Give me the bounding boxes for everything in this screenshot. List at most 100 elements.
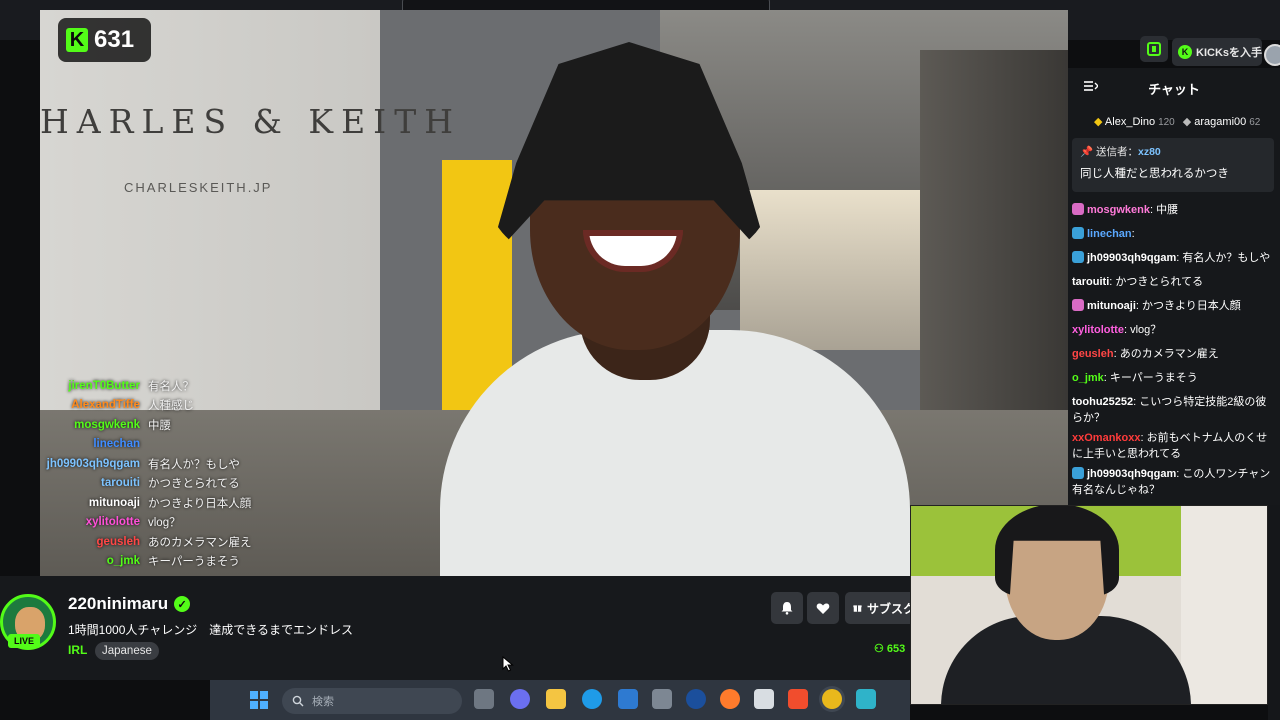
chat-message: mitunoaji: かつきより日本人顔 xyxy=(1072,296,1274,320)
overlay-chat-user: tarouiti xyxy=(101,477,140,490)
overlay-chat-row: tarouiti かつきとられてる xyxy=(44,474,344,494)
edge-browser-icon[interactable] xyxy=(582,689,602,709)
video-arcade xyxy=(740,190,920,350)
chat-username[interactable]: geusleh xyxy=(1072,348,1114,360)
overlay-chat-row: o_jmk キーパーうまそう xyxy=(44,552,344,572)
leader-name: Alex_Dino xyxy=(1104,115,1156,128)
taskbar-search-placeholder: 検索 xyxy=(312,696,334,708)
stream-info: LIVE 220ninimaru ✓ 1時間1000人チャレンジ 達成できるまで… xyxy=(0,576,915,680)
pinned-message[interactable]: 📌 送信者：xz80 同じ人種だと思われるかつき xyxy=(1072,138,1274,192)
chat-message: xxOmankoxx: お前もベトナム人のくせに上手いと思われてる xyxy=(1072,428,1274,464)
viewer-count-badge: K 631 xyxy=(58,18,151,62)
subscribe-label: サブスク xyxy=(866,601,915,616)
pinned-user[interactable]: xz80 xyxy=(1138,146,1161,158)
subscriber-badge-icon xyxy=(1072,251,1084,263)
heart-icon xyxy=(816,603,830,614)
task-view-icon[interactable] xyxy=(474,689,494,709)
viewer-number: 653 xyxy=(886,643,906,655)
people-icon: ⚇ xyxy=(874,643,887,655)
chat-text: かつきとられてる xyxy=(1115,276,1204,288)
kick-logo-icon: K xyxy=(66,28,88,52)
overlay-chat-user: jh09903qh9qgam xyxy=(46,457,140,470)
chat-username[interactable]: jh09903qh9qgam xyxy=(1087,468,1176,480)
user-avatar[interactable] xyxy=(1264,44,1280,66)
chat-message: tarouiti: かつきとられてる xyxy=(1072,272,1274,296)
chat-username[interactable]: toohu25252 xyxy=(1072,396,1133,408)
store-icon[interactable] xyxy=(618,689,638,709)
subscriber-badge-icon xyxy=(1072,227,1084,239)
overlay-chat-user: AlexandTiffe xyxy=(71,399,140,412)
subscriber-badge-icon xyxy=(1072,467,1084,479)
chat-message: jh09903qh9qgam: 有名人か？もしや xyxy=(1072,248,1274,272)
overlay-chat-message: 有名人？ xyxy=(148,380,194,393)
chat-messages: mosgwkenk: 中腰 linechan: jh09903qh9qgam: 有… xyxy=(1068,192,1280,500)
chat-separator: : xyxy=(1131,228,1135,240)
overlay-chat-user: mosgwkenk xyxy=(74,418,140,431)
chat-username[interactable]: tarouiti xyxy=(1072,276,1109,288)
get-kicks-button[interactable]: K KICKsを入手 xyxy=(1172,38,1262,66)
overlay-chat-message: 有名人か？もしや xyxy=(148,458,240,471)
follow-button[interactable] xyxy=(807,592,839,624)
chat-text: キーパーうまそう xyxy=(1109,372,1198,384)
overlay-chat-row: linechan xyxy=(44,435,344,455)
webcam-overlay xyxy=(910,505,1268,705)
leader-1[interactable]: ◆ Alex_Dino 120 xyxy=(1094,115,1175,128)
chat-text: 有名人か？もしや xyxy=(1182,252,1271,264)
dashboard-button[interactable] xyxy=(1140,36,1168,62)
chat-text: vlog？ xyxy=(1130,324,1162,336)
search-icon xyxy=(292,695,304,707)
overlay-chat: jirenT0Butter 有名人？ AlexandTiffe 人種感じ mosgwke… xyxy=(44,376,344,571)
live-badge: LIVE xyxy=(8,634,40,648)
notification-button[interactable] xyxy=(771,592,803,624)
chat-username[interactable]: o_jmk xyxy=(1072,372,1104,384)
firefox-icon[interactable] xyxy=(720,689,740,709)
chat-username[interactable]: linechan xyxy=(1087,228,1132,240)
store-sign-sub: CHARLESKEITH.JP xyxy=(124,180,273,195)
overlay-chat-user: jirenT0Butter xyxy=(68,379,140,392)
stream-title: 1時間1000人チャレンジ 達成できるまでエンドレス xyxy=(68,623,354,637)
screen: 検索 HARLES & KEITH CHARLESKEITH.JP K 631 … xyxy=(0,0,1280,720)
chat-leaderboard: ◆ Alex_Dino 120 ◆ aragami00 62 xyxy=(1068,108,1280,134)
windows-start-icon[interactable] xyxy=(250,691,268,709)
brave-icon[interactable] xyxy=(788,689,808,709)
overlay-chat-user: mitunoaji xyxy=(88,496,140,509)
app-icon[interactable] xyxy=(856,689,876,709)
chat-message: o_jmk: キーパーうまそう xyxy=(1072,368,1274,392)
bell-icon xyxy=(781,602,793,615)
chat-username[interactable]: xylitolotte xyxy=(1072,324,1124,336)
photos-icon[interactable] xyxy=(652,689,672,709)
collapse-chat-icon[interactable] xyxy=(1084,80,1098,92)
leader-points: 120 xyxy=(1158,116,1175,128)
chat-text: かつきより日本人顔 xyxy=(1142,300,1241,312)
chat-message: toohu25252: こいつら特定技能2級の彼らか？ xyxy=(1072,392,1274,428)
windows-taskbar: 検索 xyxy=(210,680,910,720)
chat-message: xylitolotte: vlog？ xyxy=(1072,320,1274,344)
chat-username[interactable]: xxOmankoxx xyxy=(1072,432,1140,444)
chat-username[interactable]: mosgwkenk xyxy=(1087,204,1150,216)
language-tag[interactable]: Japanese xyxy=(95,642,159,660)
overlay-chat-row: AlexandTiffe 人種感じ xyxy=(44,396,344,416)
pin-icon: 📌 xyxy=(1080,146,1096,158)
chat-username[interactable]: jh09903qh9qgam xyxy=(1087,252,1176,264)
category-link[interactable]: IRL xyxy=(68,643,87,657)
chrome-icon[interactable] xyxy=(822,689,842,709)
chat-app-icon[interactable] xyxy=(510,689,530,709)
chat-message: geusleh: あのカメラマン雇え xyxy=(1072,344,1274,368)
get-kicks-label: KICKsを入手 xyxy=(1196,47,1263,59)
subscriber-badge-icon xyxy=(1072,299,1084,311)
notepad-icon[interactable] xyxy=(754,689,774,709)
mouse-cursor-icon xyxy=(502,656,514,672)
subscribe-button[interactable]: サブスク xyxy=(845,592,915,624)
chat-username[interactable]: mitunoaji xyxy=(1087,300,1136,312)
video-storefront xyxy=(40,10,380,430)
taskbar-search[interactable]: 検索 xyxy=(282,688,462,714)
dell-icon[interactable] xyxy=(686,689,706,709)
channel-name[interactable]: 220ninimaru xyxy=(68,594,168,614)
overlay-chat-message: キーパーうまそう xyxy=(148,556,240,569)
channel-name-row: 220ninimaru ✓ xyxy=(68,594,191,614)
file-explorer-icon[interactable] xyxy=(546,689,566,709)
chat-text: あのカメラマン雇え xyxy=(1119,348,1219,360)
leader-2[interactable]: ◆ aragami00 62 xyxy=(1183,115,1261,128)
overlay-chat-message: 人種感じ xyxy=(148,400,194,413)
overlay-chat-user: geusleh xyxy=(96,535,140,548)
